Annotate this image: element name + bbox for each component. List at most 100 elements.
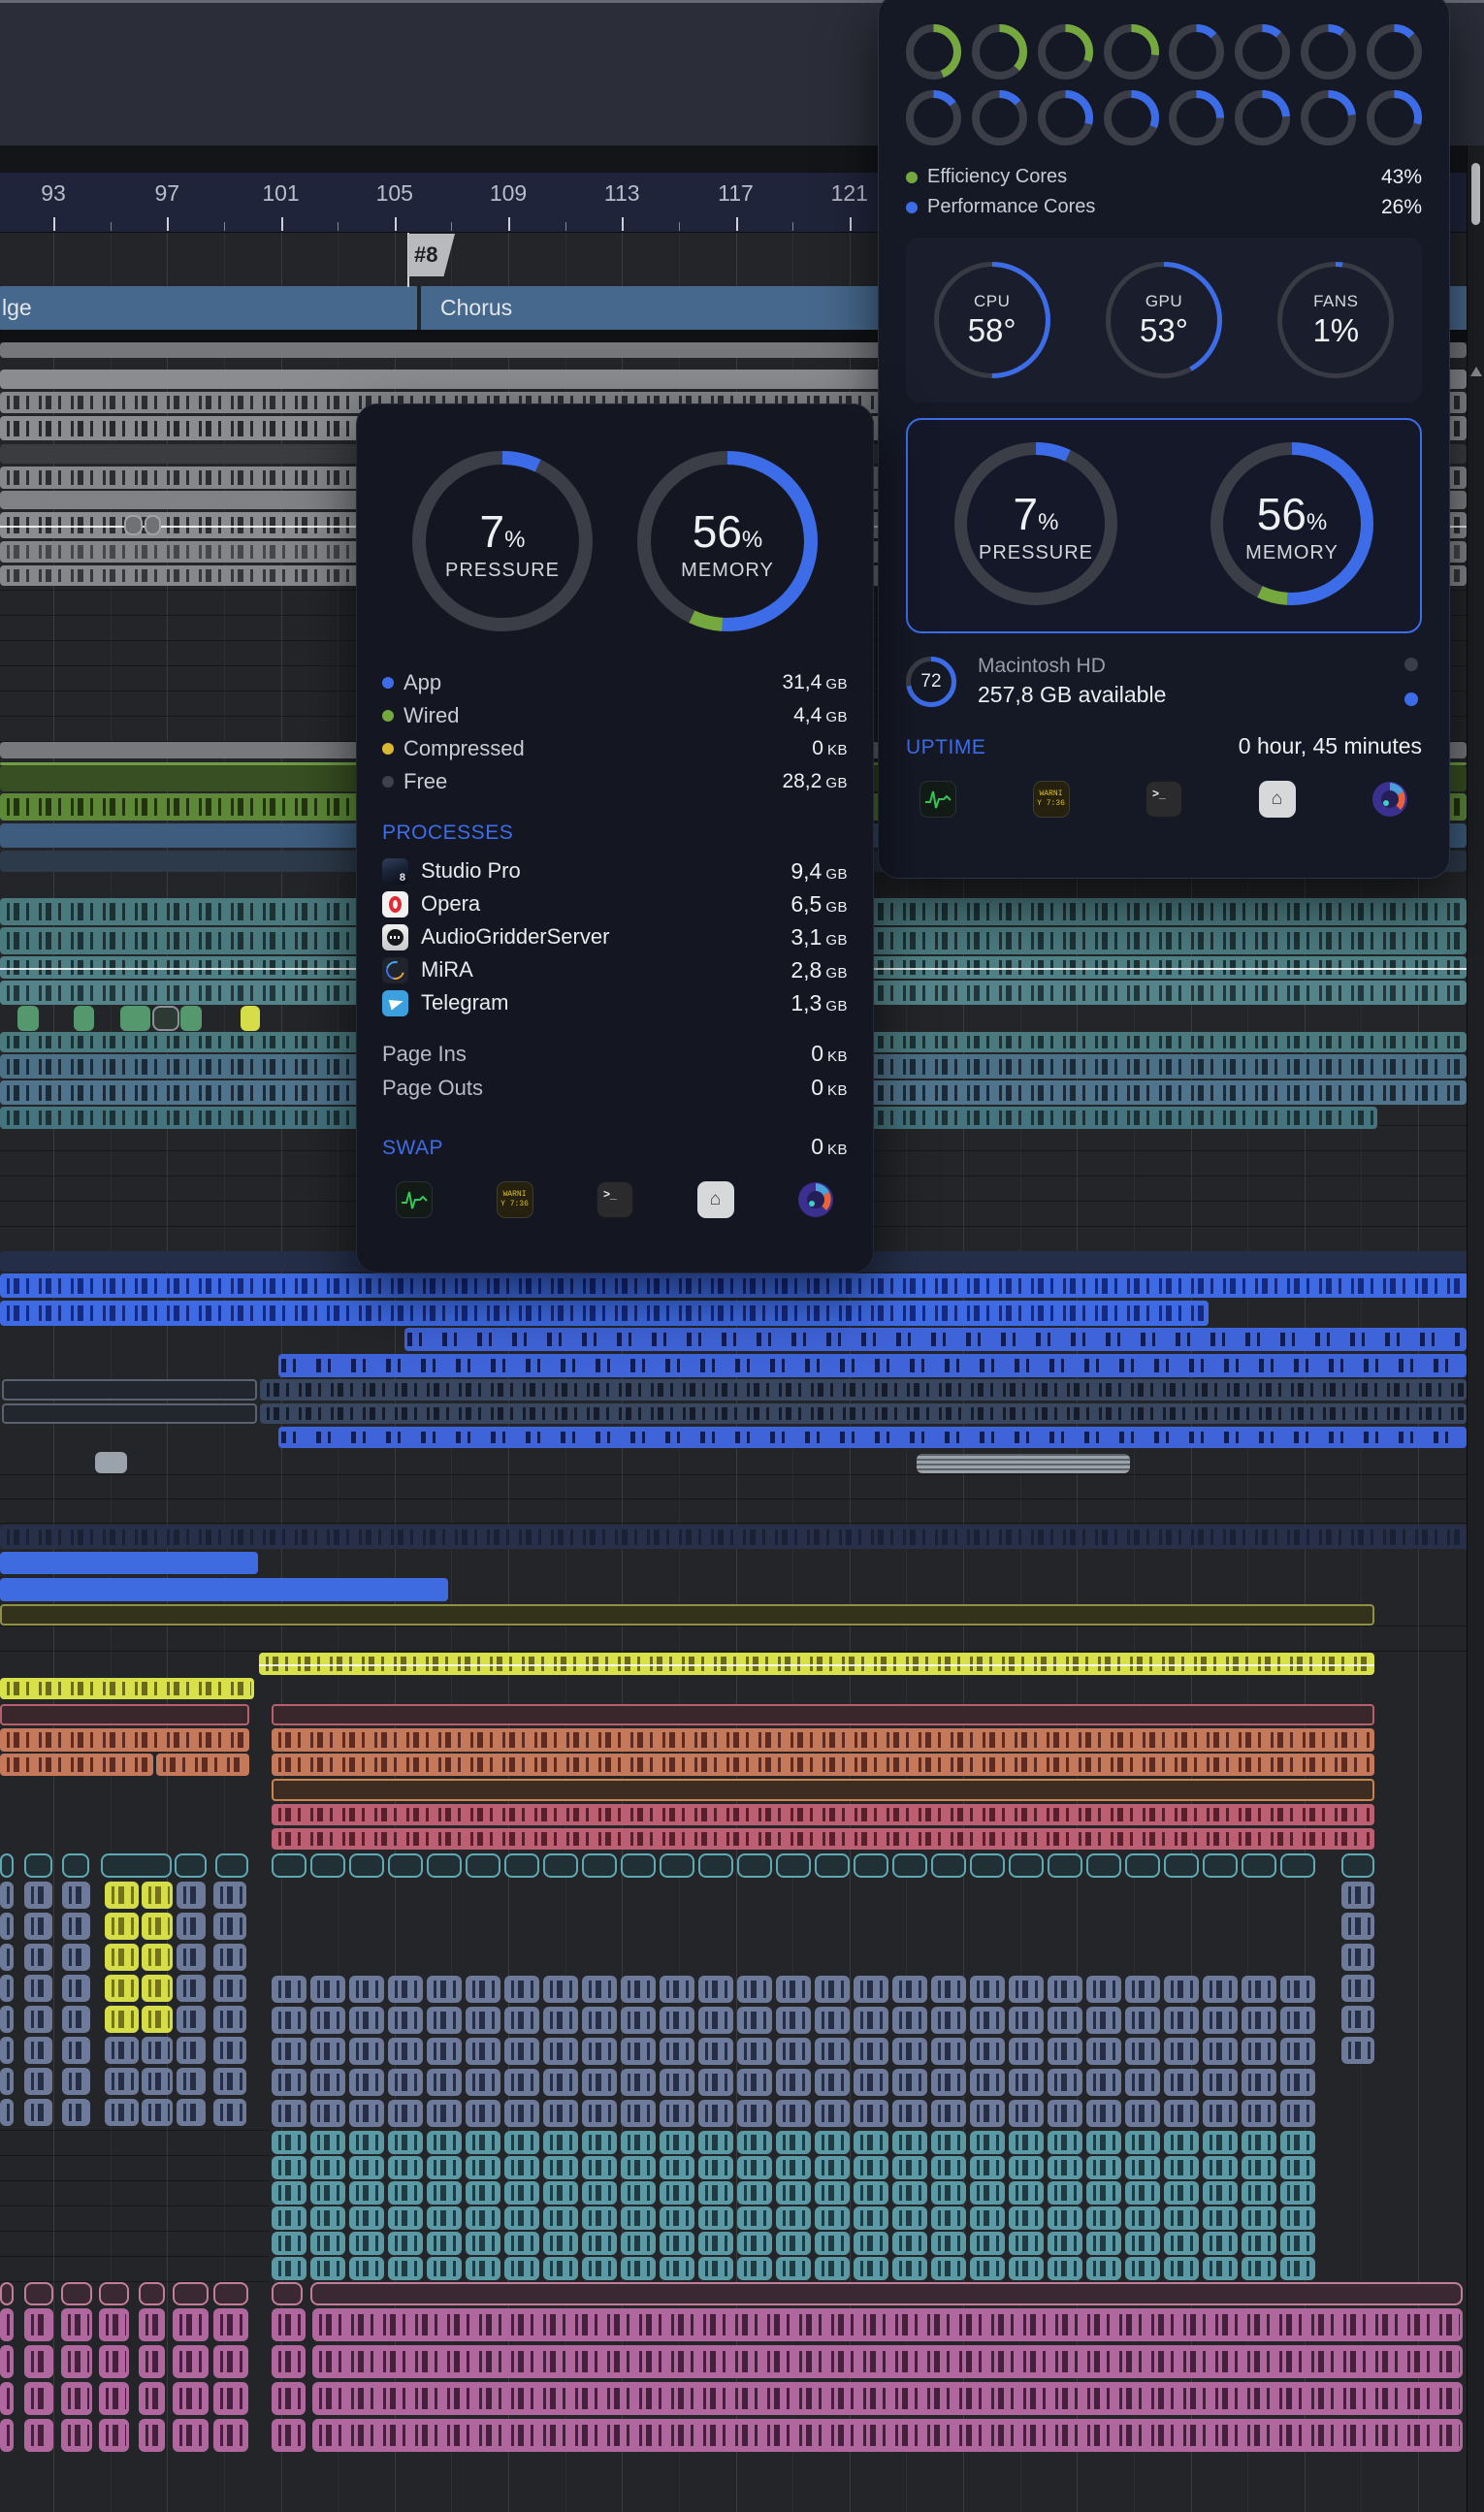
audio-clip[interactable]	[698, 2007, 733, 2034]
audio-clip[interactable]	[582, 2069, 617, 2096]
audio-clip[interactable]	[1086, 2257, 1121, 2280]
audio-clip[interactable]	[698, 2156, 733, 2179]
audio-clip[interactable]	[931, 1976, 966, 2003]
audio-clip[interactable]	[105, 2099, 139, 2126]
audio-clip[interactable]	[815, 2206, 850, 2230]
scroll-up-icon[interactable]	[1470, 367, 1482, 376]
audio-clip[interactable]	[660, 2156, 694, 2179]
audio-clip[interactable]	[388, 2257, 423, 2280]
audio-clip[interactable]	[776, 2069, 811, 2096]
audio-clip[interactable]	[621, 2131, 656, 2154]
audio-clip[interactable]	[970, 2069, 1005, 2096]
audio-clip[interactable]	[1086, 1853, 1121, 1878]
audio-clip[interactable]	[582, 2038, 617, 2065]
audio-clip[interactable]	[62, 2006, 90, 2033]
audio-clip[interactable]	[1164, 2100, 1199, 2127]
audio-clip[interactable]	[388, 2007, 423, 2034]
audio-region[interactable]	[278, 1354, 1467, 1377]
audio-clip[interactable]	[892, 2232, 927, 2255]
audio-clip[interactable]	[310, 2038, 345, 2065]
audio-clip[interactable]	[854, 2232, 888, 2255]
audio-clip[interactable]	[931, 2131, 966, 2154]
audio-region[interactable]	[0, 1678, 254, 1699]
audio-clip[interactable]	[0, 1975, 14, 2002]
audio-region[interactable]	[0, 1604, 1374, 1626]
audio-clip[interactable]	[388, 2206, 423, 2230]
audio-clip[interactable]	[388, 2069, 423, 2096]
audio-clip[interactable]	[349, 2007, 384, 2034]
audio-clip[interactable]	[62, 1975, 90, 2002]
audio-clip[interactable]	[272, 2181, 306, 2205]
audio-clip[interactable]	[0, 2382, 14, 2415]
audio-clip[interactable]	[854, 2131, 888, 2154]
audio-clip[interactable]	[139, 2419, 165, 2452]
audio-region[interactable]	[272, 1704, 1374, 1725]
audio-clip[interactable]	[1280, 1976, 1315, 2003]
audio-clip[interactable]	[1048, 2206, 1082, 2230]
audio-clip[interactable]	[698, 2100, 733, 2127]
audio-clip[interactable]	[272, 2206, 306, 2230]
audio-clip[interactable]	[1242, 2156, 1276, 2179]
audio-clip[interactable]	[310, 2282, 1463, 2305]
audio-clip[interactable]	[177, 2068, 206, 2095]
audio-clip[interactable]	[142, 1944, 173, 1971]
audio-clip[interactable]	[621, 2206, 656, 2230]
utility-app-icon[interactable]: ⌂	[697, 1181, 734, 1218]
audio-clip[interactable]	[582, 2007, 617, 2034]
audio-clip[interactable]	[24, 2308, 53, 2341]
audio-clip[interactable]	[427, 2156, 462, 2179]
audio-clip[interactable]	[142, 1882, 173, 1909]
audio-clip[interactable]	[737, 1853, 772, 1878]
audio-clip[interactable]	[621, 2007, 656, 2034]
audio-clip[interactable]	[543, 2156, 578, 2179]
gauge-app-icon[interactable]	[797, 1181, 834, 1218]
audio-clip[interactable]	[272, 2156, 306, 2179]
audio-clip[interactable]	[504, 2232, 539, 2255]
audio-clip[interactable]	[543, 2069, 578, 2096]
disk-row[interactable]: 72 Macintosh HD 257,8 GB available	[906, 655, 1422, 708]
audio-clip[interactable]	[582, 2206, 617, 2230]
audio-clip[interactable]	[466, 2181, 500, 2205]
audio-clip[interactable]	[312, 2345, 1463, 2378]
audio-clip[interactable]	[99, 2308, 129, 2341]
audio-clip[interactable]	[776, 2131, 811, 2154]
audio-clip[interactable]	[427, 2007, 462, 2034]
audio-clip[interactable]	[24, 2382, 53, 2415]
audio-clip[interactable]	[310, 2007, 345, 2034]
audio-clip[interactable]	[1086, 2181, 1121, 2205]
audio-clip[interactable]	[1341, 2006, 1374, 2033]
audio-clip[interactable]	[310, 2257, 345, 2280]
audio-clip[interactable]	[61, 2308, 92, 2341]
activity-monitor-icon[interactable]	[396, 1181, 433, 1218]
audio-clip[interactable]	[310, 2156, 345, 2179]
audio-clip[interactable]	[737, 2069, 772, 2096]
audio-clip[interactable]	[466, 1853, 500, 1878]
audio-clip[interactable]	[698, 2206, 733, 2230]
audio-clip[interactable]	[105, 1913, 139, 1940]
audio-clip[interactable]	[931, 2206, 966, 2230]
audio-clip[interactable]	[621, 1853, 656, 1878]
audio-clip[interactable]	[854, 2156, 888, 2179]
audio-clip[interactable]	[1203, 2156, 1238, 2179]
audio-clip[interactable]	[1341, 2037, 1374, 2064]
audio-clip[interactable]	[1164, 2181, 1199, 2205]
audio-clip[interactable]	[312, 2308, 1463, 2341]
audio-clip[interactable]	[1086, 2100, 1121, 2127]
audio-clip[interactable]	[213, 2345, 248, 2378]
audio-clip[interactable]	[1048, 2232, 1082, 2255]
audio-clip[interactable]	[1203, 2131, 1238, 2154]
audio-clip[interactable]	[62, 2037, 90, 2064]
audio-clip[interactable]	[349, 2038, 384, 2065]
audio-clip[interactable]	[1164, 1853, 1199, 1878]
audio-clip[interactable]	[272, 2232, 306, 2255]
audio-clip[interactable]	[892, 1976, 927, 2003]
audio-clip[interactable]	[970, 2257, 1005, 2280]
audio-clip[interactable]	[1242, 2257, 1276, 2280]
audio-clip[interactable]	[1086, 2206, 1121, 2230]
audio-clip[interactable]	[105, 1882, 139, 1909]
audio-clip[interactable]	[1203, 2232, 1238, 2255]
audio-clip[interactable]	[1164, 2206, 1199, 2230]
audio-clip[interactable]	[213, 2419, 248, 2452]
audio-clip[interactable]	[1242, 2038, 1276, 2065]
audio-clip[interactable]	[388, 2181, 423, 2205]
